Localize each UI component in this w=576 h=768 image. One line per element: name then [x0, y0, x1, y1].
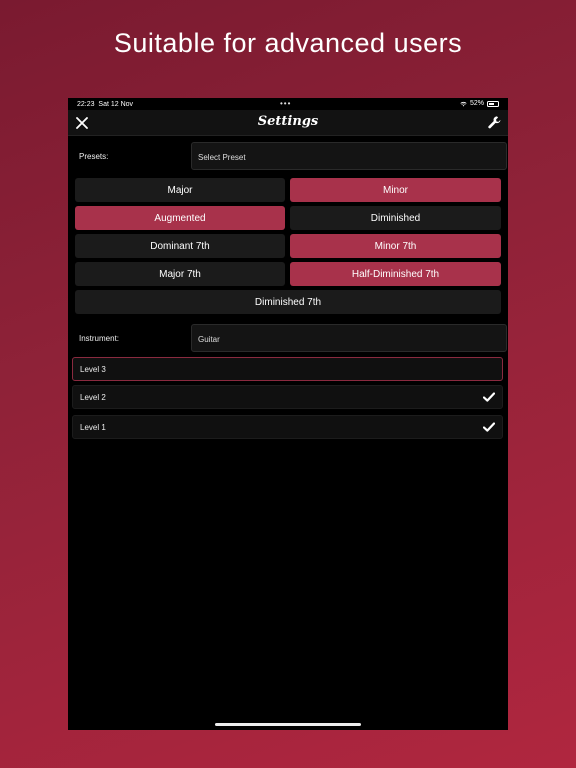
wifi-icon	[460, 101, 467, 106]
checkmark-icon	[483, 392, 495, 402]
wrench-icon[interactable]	[487, 115, 502, 130]
chord-button-6[interactable]: Minor 7th	[290, 234, 501, 258]
chord-button-9[interactable]: Diminished 7th	[75, 290, 501, 314]
level-label: Level 3	[80, 365, 106, 374]
instrument-row: Instrument: Guitar	[68, 324, 508, 352]
level-label: Level 1	[80, 423, 106, 432]
presets-select[interactable]: Select Preset	[191, 142, 507, 170]
battery-percent: 52%	[469, 100, 484, 107]
instrument-select[interactable]: Guitar	[191, 324, 507, 352]
instrument-label: Instrument:	[79, 334, 120, 343]
presets-label: Presets:	[79, 152, 109, 161]
chord-button-3[interactable]: Augmented	[75, 206, 285, 230]
chord-button-2[interactable]: Minor	[290, 178, 501, 202]
chord-button-7[interactable]: Major 7th	[75, 262, 285, 286]
chord-button-8[interactable]: Half-Diminished 7th	[290, 262, 501, 286]
chord-button-5[interactable]: Dominant 7th	[75, 234, 285, 258]
level-row-1[interactable]: Level 3	[72, 357, 503, 381]
level-row-2[interactable]: Level 2	[72, 385, 503, 409]
checkmark-icon	[483, 422, 495, 432]
status-time: 22:23 Sat 12 Nov	[77, 101, 134, 108]
status-bar: 22:23 Sat 12 Nov ••• 52%	[68, 98, 508, 110]
home-indicator[interactable]	[215, 723, 361, 726]
page-title: Settings	[257, 114, 319, 129]
level-label: Level 2	[80, 393, 106, 402]
app-window: 22:23 Sat 12 Nov ••• 52% Settings Preset…	[68, 98, 508, 730]
level-row-3[interactable]: Level 1	[72, 415, 503, 439]
status-right: 52%	[460, 100, 499, 107]
nav-bar: Settings	[68, 110, 508, 136]
chord-button-4[interactable]: Diminished	[290, 206, 501, 230]
multitask-dots[interactable]: •••	[280, 99, 291, 108]
presets-row: Presets: Select Preset	[68, 142, 508, 170]
promo-headline: Suitable for advanced users	[113, 28, 463, 58]
chord-button-1[interactable]: Major	[75, 178, 285, 202]
battery-icon	[487, 100, 499, 107]
